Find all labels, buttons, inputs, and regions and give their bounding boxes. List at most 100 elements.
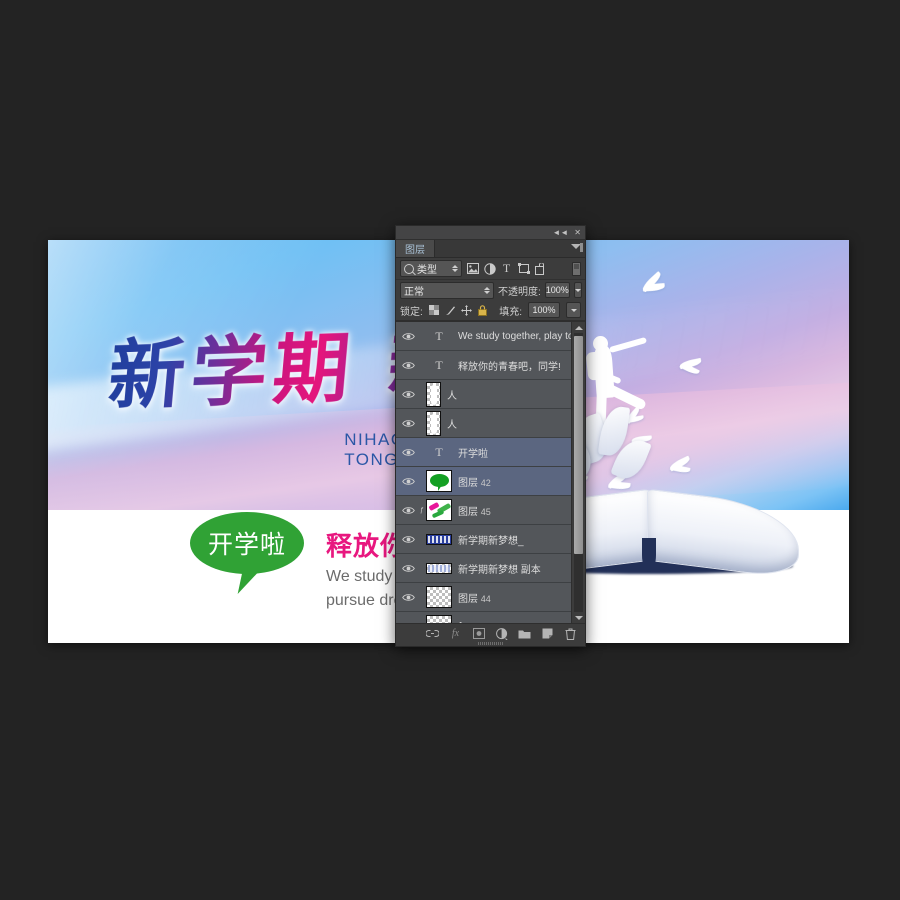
- layer-name[interactable]: We study together, play to...: [458, 331, 582, 342]
- scrollbar-thumb[interactable]: [574, 336, 583, 554]
- layer-mask-button[interactable]: [472, 627, 485, 640]
- layer-thumbnail[interactable]: [426, 586, 452, 608]
- layer-visibility-toggle[interactable]: [398, 525, 418, 553]
- filter-smartobject-icon[interactable]: [534, 262, 547, 275]
- blend-mode-value: 正常: [404, 286, 424, 298]
- filter-kind-value: 类型: [417, 265, 437, 276]
- layer-row[interactable]: 人: [396, 380, 585, 409]
- layer-name[interactable]: 人: [447, 416, 457, 431]
- panel-tab-bar[interactable]: 图层: [396, 240, 585, 258]
- opacity-label: 不透明度:: [498, 286, 541, 298]
- lock-image-pixels-icon[interactable]: [445, 305, 456, 316]
- filter-adjustment-icon[interactable]: [483, 262, 496, 275]
- fill-dropdown-button[interactable]: [566, 302, 581, 318]
- layer-visibility-toggle[interactable]: [398, 322, 418, 350]
- text-layer-icon[interactable]: T: [426, 358, 452, 373]
- layer-name[interactable]: 新学期新梦想 副本: [458, 561, 541, 576]
- filter-kind-select[interactable]: 类型: [400, 260, 462, 277]
- speech-bubble-text: 开学啦: [207, 530, 286, 559]
- layer-thumbnail[interactable]: [426, 533, 452, 545]
- filter-shape-icon[interactable]: [517, 262, 530, 275]
- opacity-input[interactable]: 100%: [544, 282, 570, 298]
- delete-layer-button[interactable]: [564, 627, 577, 640]
- text-layer-icon[interactable]: T: [426, 329, 452, 344]
- layer-visibility-toggle[interactable]: [398, 496, 418, 524]
- layer-row[interactable]: 图层 42: [396, 467, 585, 496]
- layer-name[interactable]: 开学啦: [458, 445, 488, 460]
- layer-visibility-toggle[interactable]: [398, 351, 418, 379]
- layer-row[interactable]: 1: [396, 612, 585, 623]
- layer-thumbnail[interactable]: [426, 615, 452, 623]
- panel-resize-grip[interactable]: [477, 642, 504, 645]
- filter-pixel-icon[interactable]: [466, 262, 479, 275]
- tab-layers[interactable]: 图层: [396, 240, 435, 257]
- new-layer-button[interactable]: [541, 627, 554, 640]
- layer-row[interactable]: 新学期新梦想 副本: [396, 554, 585, 583]
- backpack-icon: [585, 351, 604, 381]
- layer-visibility-toggle[interactable]: [398, 612, 418, 623]
- layer-thumbnail[interactable]: [426, 499, 452, 521]
- layer-name[interactable]: 图层 44: [458, 590, 491, 605]
- bird-icon: [667, 455, 691, 474]
- layer-name[interactable]: 新学期新梦想_: [458, 532, 524, 547]
- layer-thumbnail[interactable]: [426, 562, 452, 574]
- person-silhouette-large-head: [592, 336, 608, 351]
- new-group-button[interactable]: [518, 627, 531, 640]
- layer-name[interactable]: 图层 45: [458, 503, 491, 518]
- link-layers-button[interactable]: [426, 627, 439, 640]
- person-silhouette-large-arm: [608, 336, 647, 354]
- panel-titlebar[interactable]: ◄◄ ✕: [396, 226, 585, 240]
- close-icon[interactable]: ✕: [574, 228, 581, 237]
- layer-visibility-toggle[interactable]: [398, 467, 418, 495]
- layer-list-scrollbar[interactable]: [571, 322, 585, 623]
- layers-panel[interactable]: ◄◄ ✕ 图层 类型 T 正常 不透明度: 100% 锁定: 填充: 100% …: [395, 225, 586, 647]
- layer-row[interactable]: T 开学啦: [396, 438, 585, 467]
- layer-row[interactable]: T We study together, play to...: [396, 322, 585, 351]
- bird-icon: [639, 271, 666, 295]
- layer-name[interactable]: 1: [458, 621, 464, 624]
- layer-filter-bar[interactable]: 类型 T: [396, 258, 585, 280]
- fill-label: 填充:: [499, 306, 522, 318]
- lock-all-icon[interactable]: [477, 304, 488, 316]
- layer-visibility-toggle[interactable]: [398, 409, 418, 437]
- layer-thumbnail[interactable]: [426, 470, 452, 492]
- fill-input[interactable]: 100%: [528, 302, 560, 318]
- layer-visibility-toggle[interactable]: [398, 554, 418, 582]
- layer-list[interactable]: T We study together, play to... T 释放你的青春吧，同…: [396, 321, 585, 623]
- lock-bar[interactable]: 锁定: 填充: 100%: [396, 300, 585, 321]
- panel-menu-bar-icon[interactable]: [580, 243, 583, 252]
- layers-panel-bottom-bar[interactable]: fx: [396, 623, 585, 643]
- opacity-dropdown-button[interactable]: [573, 282, 582, 298]
- layer-row[interactable]: ƒ 图层 45: [396, 496, 585, 525]
- text-layer-icon[interactable]: T: [426, 445, 452, 460]
- chevron-updown-icon[interactable]: [484, 286, 490, 294]
- layer-visibility-toggle[interactable]: [398, 583, 418, 611]
- filter-enable-toggle[interactable]: [572, 261, 581, 276]
- lock-position-icon[interactable]: [460, 304, 472, 316]
- layer-row[interactable]: 图层 44: [396, 583, 585, 612]
- layer-thumbnail[interactable]: [426, 381, 441, 407]
- scroll-down-icon[interactable]: [572, 612, 585, 623]
- layer-visibility-toggle[interactable]: [398, 438, 418, 466]
- chevron-updown-icon[interactable]: [452, 265, 458, 272]
- collapse-icon[interactable]: ◄◄: [552, 228, 568, 237]
- blend-mode-bar[interactable]: 正常 不透明度: 100%: [396, 280, 585, 300]
- layer-visibility-toggle[interactable]: [398, 380, 418, 408]
- layer-number: 44: [480, 593, 491, 604]
- layer-style-button[interactable]: fx: [449, 627, 462, 640]
- filter-type-icon[interactable]: T: [500, 261, 513, 275]
- scroll-up-icon[interactable]: [572, 322, 585, 333]
- layer-row[interactable]: T 释放你的青春吧，同学!: [396, 351, 585, 380]
- layer-name[interactable]: 人: [447, 387, 457, 402]
- lock-icon-group[interactable]: [429, 304, 488, 316]
- layer-effects-indicator: ƒ: [420, 506, 424, 514]
- tab-layers-label: 图层: [405, 245, 425, 256]
- blend-mode-select[interactable]: 正常: [400, 281, 494, 299]
- layer-name[interactable]: 图层 42: [458, 474, 491, 489]
- lock-transparent-pixels-icon[interactable]: [429, 305, 440, 316]
- layer-thumbnail[interactable]: [426, 410, 441, 436]
- layer-row[interactable]: 新学期新梦想_: [396, 525, 585, 554]
- layer-name[interactable]: 释放你的青春吧，同学!: [458, 358, 561, 373]
- layer-row[interactable]: 人: [396, 409, 585, 438]
- adjustment-layer-button[interactable]: [495, 627, 508, 640]
